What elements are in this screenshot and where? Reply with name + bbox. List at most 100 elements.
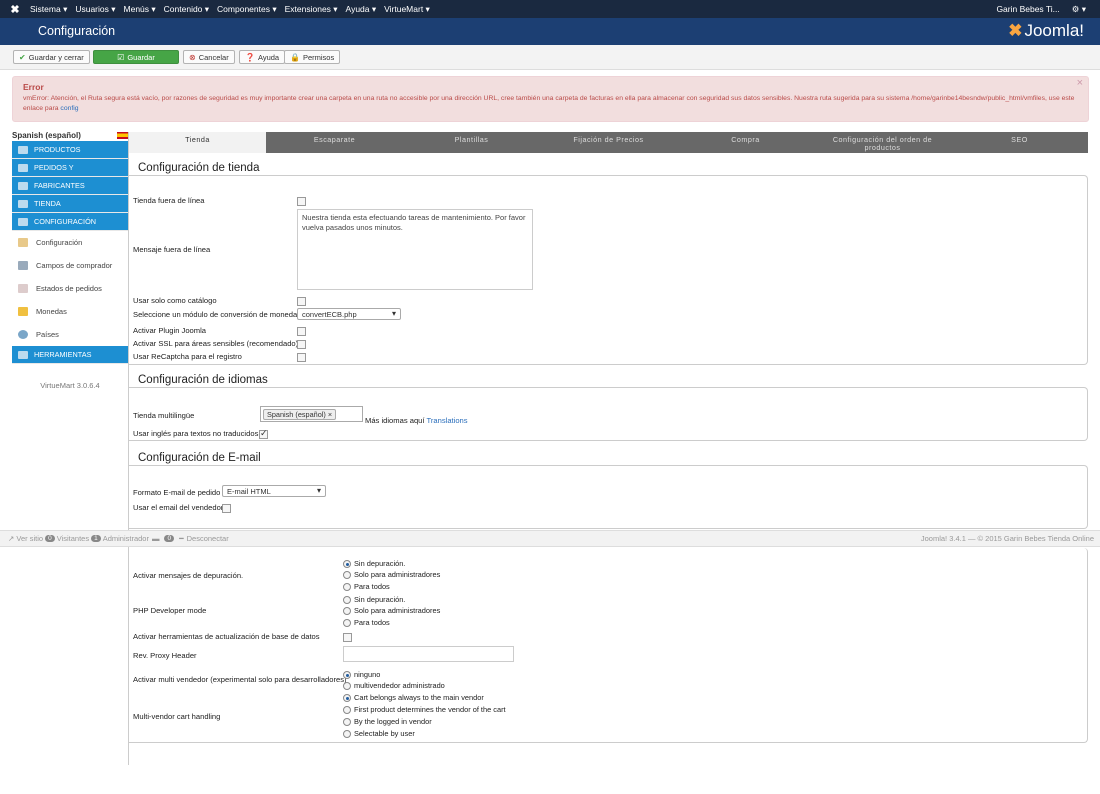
debug-fieldset — [129, 548, 1088, 743]
copyright-text: Joomla! 3.4.1 — © 2015 Garin Bebes Tiend… — [920, 534, 1094, 543]
tab-plantillas[interactable]: Plantillas — [403, 132, 540, 153]
menu-contenido[interactable]: Contenido ▾ — [164, 4, 209, 15]
store-legend: Configuración de tienda — [138, 162, 268, 174]
sidebar-item-paises[interactable]: Países — [12, 323, 128, 346]
save-close-button[interactable]: ✔ Guardar y cerrar — [13, 50, 90, 64]
php-radio-admins[interactable] — [343, 607, 351, 615]
cancel-button[interactable]: ⊗ Cancelar — [183, 50, 235, 64]
joomla-icon[interactable]: ✖ — [0, 3, 30, 16]
cart-handling-label: Multi-vendor cart handling — [133, 712, 221, 721]
debug-option-admins: Solo para administradores — [354, 570, 441, 579]
translations-link[interactable]: Translations — [427, 416, 468, 425]
save-button[interactable]: ☑ Guardar — [93, 50, 179, 64]
alert-title: Error — [23, 82, 44, 92]
db-tools-checkbox[interactable] — [343, 633, 352, 642]
cart-radio-user[interactable] — [343, 730, 351, 738]
email-legend: Configuración de E-mail — [138, 452, 269, 464]
proxy-header-input[interactable] — [343, 646, 514, 662]
debug-option-all: Para todos — [354, 582, 390, 591]
email-fieldset — [129, 465, 1088, 529]
sidebar-section-pedidos[interactable]: PEDIDOS Y — [12, 159, 128, 177]
user-menu[interactable]: Garin Bebes Ti... — [996, 4, 1059, 15]
toolbar: ✔ Guardar y cerrar ☑ Guardar ⊗ Cancelar ❓ Ay… — [0, 45, 1100, 70]
joomla-plugin-label: Activar Plugin Joomla — [133, 326, 207, 335]
spain-flag-icon — [117, 132, 128, 139]
settings-menu[interactable]: ⚙ ▾ — [1072, 4, 1086, 15]
sidebar-item-monedas[interactable]: Monedas — [12, 300, 128, 323]
sidebar-section-herramientas[interactable]: HERRAMIENTAS — [12, 346, 128, 364]
php-radio-all[interactable] — [343, 619, 351, 627]
offline-message-label: Mensaje fuera de línea — [133, 245, 211, 254]
permissions-button[interactable]: 🔒 Permisos — [284, 50, 341, 64]
status-bar: ↗ Ver sitio 0 Visitantes 1 Administrador ▬… — [0, 530, 1100, 547]
logout-link[interactable]: Desconectar — [187, 534, 229, 543]
lock-icon: 🔒 — [290, 52, 300, 62]
cart-radio-main[interactable] — [343, 694, 351, 702]
php-dev-label: PHP Developer mode — [133, 606, 207, 615]
more-languages-text: Más idiomas aquí Translations — [365, 416, 468, 425]
ssl-checkbox[interactable] — [297, 340, 306, 349]
language-tag[interactable]: Spanish (español) × — [263, 409, 337, 420]
offline-checkbox[interactable] — [297, 197, 306, 206]
sidebar-section-fabricantes[interactable]: FABRICANTES — [12, 177, 128, 195]
menu-virtuemart[interactable]: VirtueMart ▾ — [384, 4, 430, 15]
email-format-select[interactable]: E-mail HTML — [222, 485, 326, 497]
sidebar-item-campos-comprador[interactable]: Campos de comprador — [12, 254, 128, 277]
sidebar: Spanish (español) PRODUCTOS PEDIDOS Y FA… — [12, 130, 128, 390]
sidebar-section-configuracion[interactable]: CONFIGURACIÓN — [12, 213, 128, 231]
debug-radio-all[interactable] — [343, 583, 351, 591]
debug-radio-admins[interactable] — [343, 571, 351, 579]
debug-radio-none[interactable] — [343, 560, 351, 568]
menu-ayuda[interactable]: Ayuda ▾ — [346, 4, 377, 15]
sidebar-item-configuracion[interactable]: Configuración — [12, 231, 128, 254]
help-button[interactable]: ❓ Ayuda — [239, 50, 286, 64]
catalog-checkbox[interactable] — [297, 297, 306, 306]
store-fieldset — [129, 175, 1088, 365]
tab-orden-productos[interactable]: Configuración del orden de productos — [814, 132, 951, 153]
cart-option-first: First product determines the vendor of t… — [354, 705, 506, 714]
language-tag-input[interactable]: Spanish (español) × — [260, 406, 363, 422]
view-site-link[interactable]: ↗ Ver sitio — [8, 534, 43, 543]
php-option-all: Para todos — [354, 618, 390, 627]
tab-escaparate[interactable]: Escaparate — [266, 132, 403, 153]
alert-config-link[interactable]: config — [60, 105, 78, 112]
recaptcha-checkbox[interactable] — [297, 353, 306, 362]
tab-seo[interactable]: SEO — [951, 132, 1088, 153]
menu-menus[interactable]: Menús ▾ — [124, 4, 156, 15]
help-icon: ❓ — [245, 52, 255, 62]
alert-message: vmError: Atención, el Ruta segura está v… — [23, 95, 1075, 112]
config-icon — [18, 217, 28, 226]
english-fallback-checkbox[interactable] — [259, 428, 268, 439]
multivendor-radio-none[interactable] — [343, 671, 351, 679]
english-fallback-label: Usar inglés para textos no traducidos — [133, 429, 259, 438]
multilang-label: Tienda multilingüe — [133, 411, 195, 420]
wrench-icon — [18, 238, 28, 247]
catalog-label: Usar solo como catálogo — [133, 296, 217, 305]
offline-message-textarea[interactable]: Nuestra tienda esta efectuando tareas de… — [297, 209, 533, 290]
proxy-header-label: Rev. Proxy Header — [133, 651, 197, 660]
sidebar-section-tienda[interactable]: TIENDA — [12, 195, 128, 213]
menu-sistema[interactable]: Sistema ▾ — [30, 4, 67, 15]
cart-radio-logged[interactable] — [343, 718, 351, 726]
db-tools-label: Activar herramientas de actualización de… — [133, 632, 320, 641]
menu-componentes[interactable]: Componentes ▾ — [217, 4, 277, 15]
vendor-email-checkbox[interactable] — [222, 504, 231, 513]
close-icon[interactable]: × — [1077, 77, 1083, 89]
tab-fijacion-precios[interactable]: Fijación de Precios — [540, 132, 677, 153]
language-selector[interactable]: Spanish (español) — [12, 130, 128, 141]
tab-tienda[interactable]: Tienda — [129, 132, 266, 153]
php-radio-none[interactable] — [343, 596, 351, 604]
tab-compra[interactable]: Compra — [677, 132, 814, 153]
currency-module-select[interactable]: convertECB.php — [297, 308, 401, 320]
visitors-label: Visitantes — [56, 534, 90, 543]
php-option-admins: Solo para administradores — [354, 606, 441, 615]
sidebar-section-productos[interactable]: PRODUCTOS — [12, 141, 128, 159]
sidebar-item-estados-pedidos[interactable]: Estados de pedidos — [12, 277, 128, 300]
version-label: VirtueMart 3.0.6.4 — [40, 381, 100, 390]
menu-usuarios[interactable]: Usuarios ▾ — [75, 4, 115, 15]
joomla-plugin-checkbox[interactable] — [297, 327, 306, 336]
debug-label: Activar mensajes de depuración. — [133, 571, 244, 580]
menu-extensiones[interactable]: Extensiones ▾ — [285, 4, 338, 15]
cart-radio-first[interactable] — [343, 706, 351, 714]
multivendor-radio-admin[interactable] — [343, 682, 351, 690]
